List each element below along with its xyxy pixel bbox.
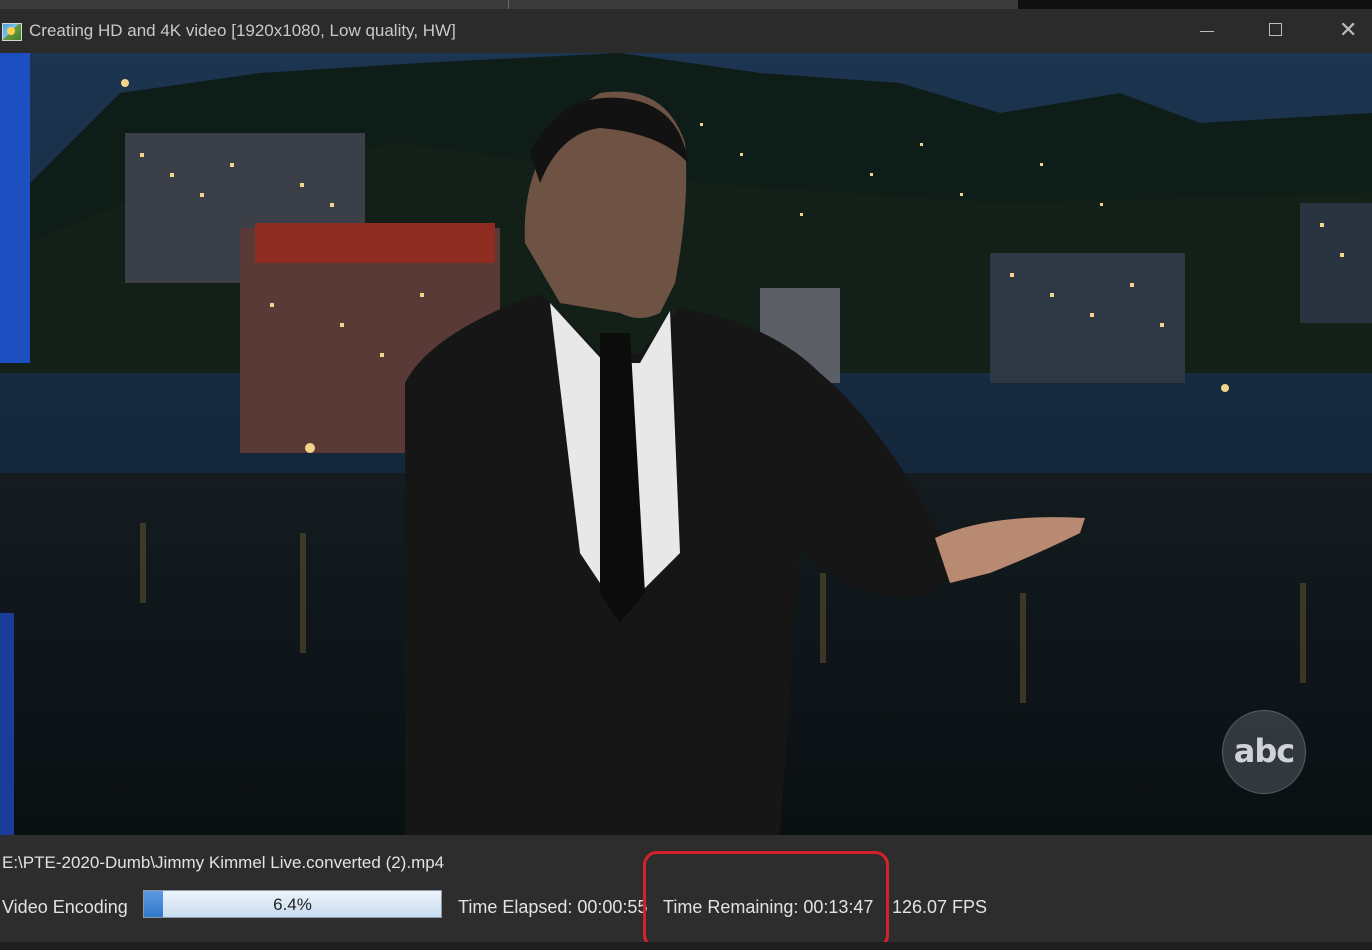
bottom-edge — [0, 942, 1372, 950]
background-window-edge — [1018, 0, 1372, 9]
stage-label: Video Encoding — [2, 897, 128, 917]
abc-logo: abc — [1222, 710, 1306, 794]
top-strip — [0, 0, 1372, 9]
title-bar[interactable]: Creating HD and 4K video [1920x1080, Low… — [0, 9, 1372, 53]
status-panel: E:\PTE-2020-Dumb\Jimmy Kimmel Live.conve… — [0, 835, 1372, 950]
minimize-button[interactable] — [1172, 9, 1242, 53]
window-title: Creating HD and 4K video [1920x1080, Low… — [29, 21, 456, 40]
file-path: E:\PTE-2020-Dumb\Jimmy Kimmel Live.conve… — [2, 853, 445, 872]
minimize-icon — [1200, 31, 1214, 32]
progress-bar: 6.4% — [143, 890, 442, 918]
maximize-button[interactable] — [1240, 9, 1310, 53]
close-button[interactable]: ✕ — [1308, 9, 1372, 53]
progress-label: 6.4% — [273, 895, 312, 914]
app-icon — [2, 23, 22, 41]
video-preview: abc — [0, 53, 1372, 835]
highlight-annotation — [643, 851, 889, 949]
divider — [508, 0, 509, 9]
time-elapsed: Time Elapsed: 00:00:55 — [458, 897, 648, 917]
fps-readout: 126.07 FPS — [892, 897, 988, 917]
video-frame — [0, 53, 1372, 835]
close-icon: ✕ — [1339, 17, 1358, 42]
maximize-icon — [1269, 23, 1282, 36]
